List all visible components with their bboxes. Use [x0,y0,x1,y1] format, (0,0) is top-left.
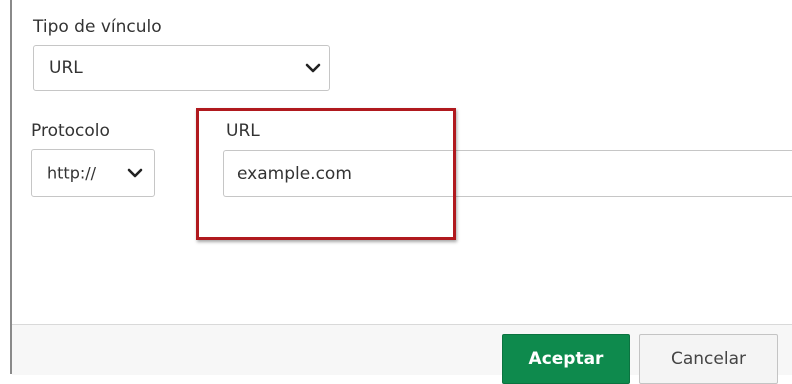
chevron-down-icon [127,168,143,178]
link-type-label: Tipo de vínculo [33,17,162,37]
url-input[interactable] [223,150,792,197]
ok-button[interactable]: Aceptar [502,334,630,384]
link-type-select[interactable]: URL [33,45,330,91]
cancel-button[interactable]: Cancelar [639,334,778,384]
link-type-value: URL [49,58,83,78]
protocol-select[interactable]: http:// [31,149,155,197]
protocol-label: Protocolo [31,121,110,141]
chevron-down-icon [305,63,321,73]
dialog-left-border [10,0,12,374]
url-label: URL [226,121,260,141]
protocol-value: http:// [47,163,97,183]
